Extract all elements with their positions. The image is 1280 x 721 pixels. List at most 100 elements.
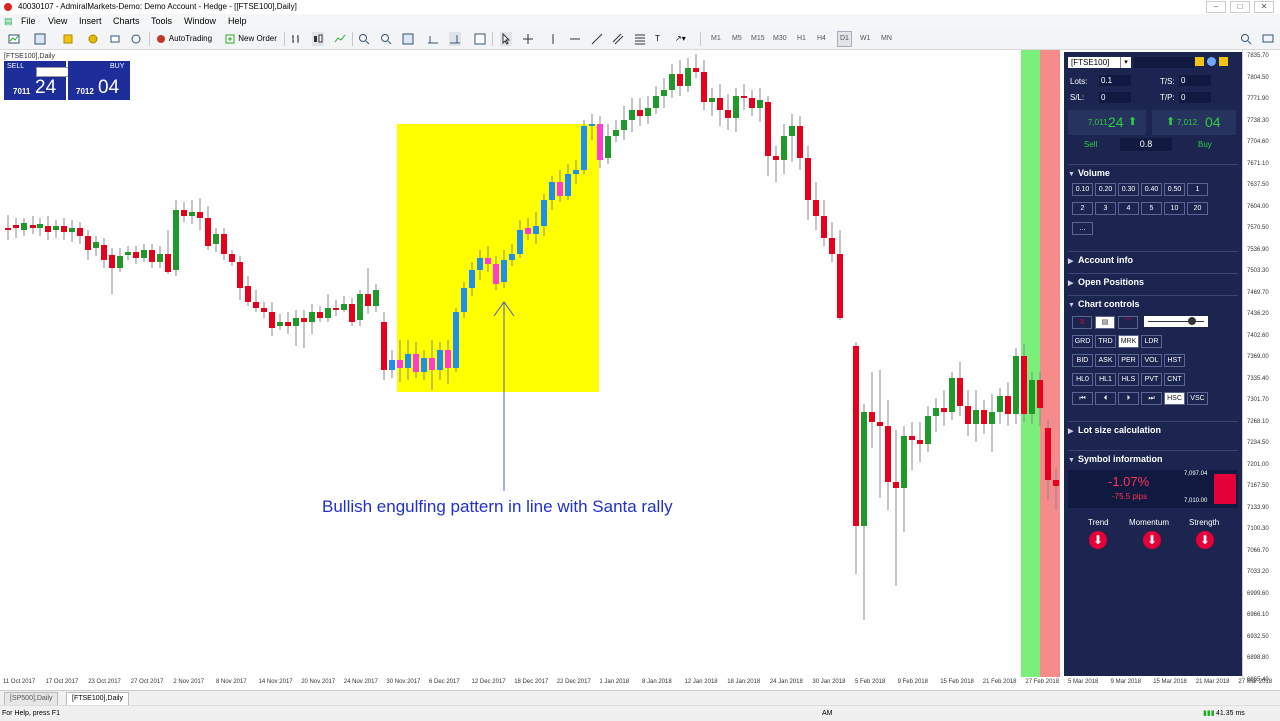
zoom-in-icon[interactable] <box>358 32 370 46</box>
autotrading-button[interactable]: AutoTrading <box>155 32 212 46</box>
arrows-tool-icon[interactable]: ↗▾ <box>675 32 686 46</box>
ts-input[interactable]: 0 <box>1179 75 1211 86</box>
lock-icon[interactable] <box>1195 57 1204 66</box>
volume-button-0[interactable]: 0.10 <box>1072 183 1093 196</box>
tile-windows-icon[interactable] <box>402 32 414 46</box>
navigator-icon[interactable] <box>87 32 99 46</box>
tf-m1[interactable]: M1 <box>711 32 721 46</box>
line-color-button[interactable]: ⌒ <box>1118 316 1138 329</box>
control-vol-button[interactable]: VOL <box>1141 354 1162 367</box>
panel-sell-button[interactable]: 7,011. 24 ⬆ <box>1068 110 1146 135</box>
tf-d1[interactable]: D1 <box>837 31 852 47</box>
volume-button-8[interactable]: 4 <box>1118 202 1139 215</box>
panel-buy-button[interactable]: ⬆ 7,012. 04 <box>1152 110 1236 135</box>
chart-shift-icon[interactable] <box>449 32 461 46</box>
control-ask-button[interactable]: ASK <box>1095 354 1116 367</box>
maximize-button[interactable]: □ <box>1230 1 1250 13</box>
menu-view[interactable]: View <box>48 14 67 29</box>
profiles-icon[interactable] <box>34 32 46 46</box>
tf-mn[interactable]: MN <box>881 32 892 46</box>
lot-size-calc-section[interactable]: ▶ Lot size calculation <box>1068 421 1238 438</box>
bear-color-button[interactable]: ⇅ <box>1072 316 1092 329</box>
cursor-icon[interactable] <box>500 32 512 46</box>
chevron-down-icon[interactable]: ▾ <box>1120 57 1131 68</box>
line-chart-icon[interactable] <box>334 32 346 46</box>
horizontal-line-icon[interactable] <box>569 32 581 46</box>
new-chart-icon[interactable] <box>8 32 20 46</box>
vertical-line-icon[interactable] <box>547 32 559 46</box>
symbol-info-section[interactable]: ▼ Symbol information <box>1068 450 1238 467</box>
control-per-button[interactable]: PER <box>1118 354 1139 367</box>
tf-m15[interactable]: M15 <box>751 32 765 46</box>
bar-chart-icon[interactable] <box>290 32 302 46</box>
minimize-button[interactable]: – <box>1206 1 1226 13</box>
oneclick-buy[interactable]: BUY 7012 04 <box>68 61 130 100</box>
volume-button-6[interactable]: 2 <box>1072 202 1093 215</box>
trendline-icon[interactable] <box>591 32 603 46</box>
volume-button-3[interactable]: 0.40 <box>1141 183 1162 196</box>
menu-window[interactable]: Window <box>184 14 216 29</box>
chart-area[interactable]: [FTSE100],Daily SELL 7011 24 1.00 BUY 70… <box>0 50 1242 677</box>
settings-icon[interactable] <box>1207 57 1216 66</box>
control-ldr-button[interactable]: LDR <box>1141 335 1162 348</box>
tf-m30[interactable]: M30 <box>773 32 787 46</box>
tab-ftse100[interactable]: [FTSE100],Daily <box>66 692 129 706</box>
control-hl1-button[interactable]: HL1 <box>1095 373 1116 386</box>
volume-button-12[interactable]: ... <box>1072 222 1093 235</box>
control-pvt-button[interactable]: PVT <box>1141 373 1162 386</box>
crosshair-icon[interactable] <box>522 32 534 46</box>
tf-m5[interactable]: M5 <box>732 32 742 46</box>
volume-button-1[interactable]: 0.20 <box>1095 183 1116 196</box>
volume-button-4[interactable]: 0.50 <box>1164 183 1185 196</box>
strategy-tester-icon[interactable] <box>130 32 142 46</box>
control-hsc-button[interactable]: HSC <box>1164 392 1185 405</box>
search-icon[interactable] <box>1240 32 1252 46</box>
chart-color-button[interactable]: ▤ <box>1095 316 1115 329</box>
autoscroll-icon[interactable] <box>427 32 439 46</box>
control-trd-button[interactable]: TRD <box>1095 335 1116 348</box>
lots-input[interactable]: 0.1 <box>1099 75 1131 86</box>
market-watch-icon[interactable] <box>62 32 74 46</box>
volume-button-2[interactable]: 0.30 <box>1118 183 1139 196</box>
chart-controls-section[interactable]: ▼ Chart controls <box>1068 295 1238 312</box>
control-grd-button[interactable]: GRD <box>1072 335 1093 348</box>
close-panel-icon[interactable] <box>1219 57 1228 66</box>
menu-charts[interactable]: Charts <box>113 14 140 29</box>
nav-button-1[interactable]: ⏴ <box>1095 392 1116 405</box>
volume-button-10[interactable]: 10 <box>1164 202 1185 215</box>
tf-h4[interactable]: H4 <box>817 32 826 46</box>
volume-button-9[interactable]: 5 <box>1141 202 1162 215</box>
channel-icon[interactable] <box>612 32 624 46</box>
new-order-button[interactable]: New Order <box>224 32 277 46</box>
control-bid-button[interactable]: BID <box>1072 354 1093 367</box>
control-hls-button[interactable]: HLS <box>1118 373 1139 386</box>
menu-help[interactable]: Help <box>228 14 247 29</box>
tf-w1[interactable]: W1 <box>860 32 871 46</box>
symbol-select[interactable]: [FTSE100] <box>1068 57 1126 68</box>
close-button[interactable]: ✕ <box>1254 1 1274 13</box>
menu-insert[interactable]: Insert <box>79 14 102 29</box>
volume-button-5[interactable]: 1 <box>1187 183 1208 196</box>
account-info-section[interactable]: ▶ Account info <box>1068 251 1238 268</box>
slider-thumb[interactable] <box>1188 317 1196 325</box>
sl-input[interactable]: 0 <box>1099 92 1131 103</box>
tf-h1[interactable]: H1 <box>797 32 806 46</box>
menu-tools[interactable]: Tools <box>151 14 172 29</box>
chart-zoom-slider[interactable] <box>1144 316 1208 327</box>
nav-button-2[interactable]: ⏵ <box>1118 392 1139 405</box>
control-hst-button[interactable]: HST <box>1164 354 1185 367</box>
tab-sp500[interactable]: [SP500],Daily <box>4 692 59 706</box>
indicators-icon[interactable] <box>474 32 486 46</box>
control-cnt-button[interactable]: CNT <box>1164 373 1185 386</box>
candlestick-icon[interactable] <box>312 32 324 46</box>
mdi-icon[interactable]: ▤ <box>4 14 13 29</box>
open-positions-section[interactable]: ▶ Open Positions <box>1068 273 1238 290</box>
control-mrk-button[interactable]: MRK <box>1118 335 1139 348</box>
nav-button-3[interactable]: ⏭ <box>1141 392 1162 405</box>
zoom-out-icon[interactable] <box>380 32 392 46</box>
menu-file[interactable]: File <box>21 14 36 29</box>
nav-button-0[interactable]: ⏮ <box>1072 392 1093 405</box>
chat-icon[interactable] <box>1262 32 1274 46</box>
fibonacci-icon[interactable] <box>634 32 646 46</box>
terminal-icon[interactable] <box>109 32 121 46</box>
